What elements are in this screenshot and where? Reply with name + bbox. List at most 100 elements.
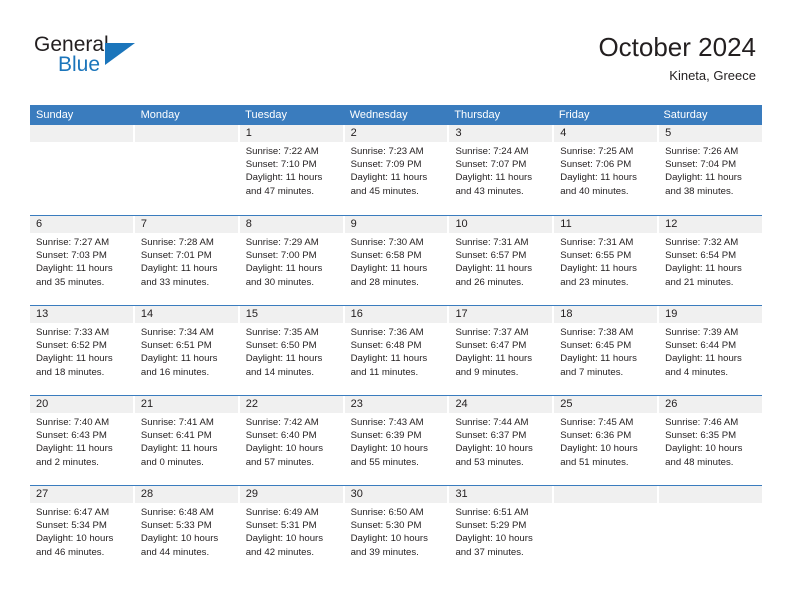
weekday-header-wednesday: Wednesday xyxy=(349,109,408,121)
day-details: Sunrise: 7:42 AM Sunset: 6:40 PM Daylight:… xyxy=(240,413,343,469)
day-detail-line: Daylight: 10 hours xyxy=(350,533,428,545)
calendar-day-cell[interactable]: 22 Sunrise: 7:42 AM Sunset: 6:40 PM Dayligh… xyxy=(239,396,345,485)
day-detail-line: Sunset: 6:50 PM xyxy=(245,340,317,352)
calendar-day-cell[interactable]: 15 Sunrise: 7:35 AM Sunset: 6:50 PM Dayligh… xyxy=(239,306,345,395)
day-detail-line: Sunrise: 7:44 AM xyxy=(455,417,529,428)
day-detail-line: and 16 minutes. xyxy=(140,366,210,378)
calendar-day-cell[interactable]: 31 Sunrise: 6:51 AM Sunset: 5:29 PM Dayligh… xyxy=(449,486,555,575)
calendar-day-cell-empty xyxy=(659,486,763,575)
day-detail-line: Sunrise: 6:47 AM xyxy=(36,507,110,518)
calendar-day-cell[interactable]: 16 Sunrise: 7:36 AM Sunset: 6:48 PM Dayligh… xyxy=(344,306,450,395)
day-detail-line: Sunset: 6:44 PM xyxy=(665,340,737,352)
day-detail-line: Sunrise: 7:35 AM xyxy=(245,327,319,338)
calendar-week-row: 1 Sunrise: 7:22 AM Sunset: 7:10 PM Daylight… xyxy=(30,125,763,215)
calendar-day-cell[interactable]: 12 Sunrise: 7:32 AM Sunset: 6:54 PM Dayligh… xyxy=(659,216,763,305)
day-detail-line: Daylight: 11 hours xyxy=(665,353,742,365)
calendar-day-cell[interactable]: 18 Sunrise: 7:38 AM Sunset: 6:45 PM Dayligh… xyxy=(554,306,660,395)
day-detail-line: Sunset: 5:29 PM xyxy=(455,520,527,532)
day-detail-line: and 40 minutes. xyxy=(560,185,629,197)
calendar-week-row: 27 Sunrise: 6:47 AM Sunset: 5:34 PM Dayligh… xyxy=(30,485,763,575)
day-details: Sunrise: 7:40 AM Sunset: 6:43 PM Daylight:… xyxy=(30,413,133,469)
day-detail-line: Daylight: 10 hours xyxy=(455,533,533,545)
calendar-day-cell[interactable]: 27 Sunrise: 6:47 AM Sunset: 5:34 PM Dayligh… xyxy=(30,486,135,575)
day-detail-line: and 9 minutes. xyxy=(455,366,519,378)
brand-logo[interactable]: General Blue xyxy=(34,34,154,82)
calendar-day-cell[interactable]: 3 Sunrise: 7:24 AM Sunset: 7:07 PM Daylight… xyxy=(449,125,555,215)
calendar-day-cell[interactable]: 29 Sunrise: 6:49 AM Sunset: 5:31 PM Dayligh… xyxy=(239,486,345,575)
day-detail-line: and 38 minutes. xyxy=(665,185,734,197)
calendar-day-cell[interactable]: 8 Sunrise: 7:29 AM Sunset: 7:00 PM Daylight… xyxy=(239,216,345,305)
day-detail-line: Daylight: 11 hours xyxy=(36,263,113,275)
day-number: 13 xyxy=(30,306,133,323)
calendar-day-cell[interactable]: 13 Sunrise: 7:33 AM Sunset: 6:52 PM Dayligh… xyxy=(30,306,135,395)
day-number: 24 xyxy=(449,396,553,413)
calendar-day-cell[interactable]: 23 Sunrise: 7:43 AM Sunset: 6:39 PM Dayligh… xyxy=(344,396,450,485)
day-detail-line: and 30 minutes. xyxy=(245,276,314,288)
day-detail-line: and 55 minutes. xyxy=(350,456,419,468)
day-number: 8 xyxy=(239,216,343,233)
day-number: 1 xyxy=(239,125,343,142)
calendar-day-cell[interactable]: 28 Sunrise: 6:48 AM Sunset: 5:33 PM Dayligh… xyxy=(134,486,240,575)
day-details: Sunrise: 7:31 AM Sunset: 6:57 PM Daylight:… xyxy=(449,233,552,289)
day-details: Sunrise: 7:44 AM Sunset: 6:37 PM Daylight:… xyxy=(449,413,552,469)
calendar-day-cell[interactable]: 9 Sunrise: 7:30 AM Sunset: 6:58 PM Daylight… xyxy=(344,216,450,305)
calendar-weeks: 1 Sunrise: 7:22 AM Sunset: 7:10 PM Daylight… xyxy=(30,125,763,575)
calendar-day-cell[interactable]: 26 Sunrise: 7:46 AM Sunset: 6:35 PM Dayligh… xyxy=(659,396,763,485)
calendar-day-cell[interactable]: 21 Sunrise: 7:41 AM Sunset: 6:41 PM Dayligh… xyxy=(134,396,240,485)
day-detail-line: Sunset: 6:43 PM xyxy=(36,430,107,442)
day-detail-line: Sunrise: 7:38 AM xyxy=(560,327,634,338)
day-detail-line: and 0 minutes. xyxy=(140,456,204,468)
calendar-day-cell[interactable]: 6 Sunrise: 7:27 AM Sunset: 7:03 PM Daylight… xyxy=(30,216,135,305)
calendar-day-cell[interactable]: 14 Sunrise: 7:34 AM Sunset: 6:51 PM Dayligh… xyxy=(134,306,240,395)
calendar-day-cell[interactable]: 11 Sunrise: 7:31 AM Sunset: 6:55 PM Dayligh… xyxy=(554,216,660,305)
calendar-day-cell[interactable]: 20 Sunrise: 7:40 AM Sunset: 6:43 PM Dayligh… xyxy=(30,396,135,485)
calendar-day-cell[interactable]: 24 Sunrise: 7:44 AM Sunset: 6:37 PM Dayligh… xyxy=(449,396,555,485)
calendar-day-cell[interactable]: 25 Sunrise: 7:45 AM Sunset: 6:36 PM Dayligh… xyxy=(554,396,660,485)
brand-name-blue: Blue xyxy=(58,53,101,76)
calendar-day-cell[interactable]: 2 Sunrise: 7:23 AM Sunset: 7:09 PM Daylight… xyxy=(344,125,450,215)
day-detail-line: Sunset: 6:39 PM xyxy=(350,430,422,442)
day-number: 16 xyxy=(344,306,448,323)
day-detail-line: Sunset: 6:47 PM xyxy=(455,340,527,352)
day-detail-line: Sunrise: 7:32 AM xyxy=(665,237,739,248)
day-number: 9 xyxy=(344,216,448,233)
calendar-day-cell[interactable]: 4 Sunrise: 7:25 AM Sunset: 7:06 PM Daylight… xyxy=(554,125,660,215)
day-detail-line: and 4 minutes. xyxy=(665,366,729,378)
day-detail-line: Daylight: 10 hours xyxy=(245,533,324,545)
day-detail-line: Sunrise: 7:22 AM xyxy=(245,146,319,157)
weekday-header-sunday: Sunday xyxy=(36,109,74,121)
calendar-day-cell[interactable]: 7 Sunrise: 7:28 AM Sunset: 7:01 PM Daylight… xyxy=(134,216,240,305)
day-number: 28 xyxy=(134,486,238,503)
day-detail-line: Daylight: 10 hours xyxy=(560,443,638,455)
day-number xyxy=(554,486,658,503)
day-details: Sunrise: 6:48 AM Sunset: 5:33 PM Daylight:… xyxy=(135,503,238,559)
day-detail-line: Sunset: 6:51 PM xyxy=(140,340,212,352)
day-detail-line: Daylight: 11 hours xyxy=(560,172,637,184)
calendar-day-cell[interactable]: 19 Sunrise: 7:39 AM Sunset: 6:44 PM Dayligh… xyxy=(659,306,763,395)
calendar-day-cell[interactable]: 10 Sunrise: 7:31 AM Sunset: 6:57 PM Dayligh… xyxy=(449,216,555,305)
day-number: 3 xyxy=(449,125,553,142)
day-number: 17 xyxy=(449,306,553,323)
day-detail-line: Daylight: 10 hours xyxy=(140,533,219,545)
day-detail-line: Daylight: 11 hours xyxy=(140,443,218,455)
day-number: 12 xyxy=(659,216,763,233)
day-number: 30 xyxy=(344,486,448,503)
calendar-day-cell[interactable]: 5 Sunrise: 7:26 AM Sunset: 7:04 PM Daylight… xyxy=(659,125,763,215)
calendar-day-cell[interactable]: 30 Sunrise: 6:50 AM Sunset: 5:30 PM Dayligh… xyxy=(344,486,450,575)
day-detail-line: and 45 minutes. xyxy=(350,185,419,197)
day-detail-line: Daylight: 10 hours xyxy=(36,533,114,545)
day-details: Sunrise: 7:41 AM Sunset: 6:41 PM Daylight:… xyxy=(135,413,238,469)
day-number: 6 xyxy=(30,216,133,233)
day-number: 14 xyxy=(134,306,238,323)
weekday-header-thursday: Thursday xyxy=(454,109,501,121)
weekday-header-monday: Monday xyxy=(140,109,180,121)
calendar-day-cell[interactable]: 17 Sunrise: 7:37 AM Sunset: 6:47 PM Dayligh… xyxy=(449,306,555,395)
calendar-week-row: 6 Sunrise: 7:27 AM Sunset: 7:03 PM Daylight… xyxy=(30,215,763,305)
day-number: 4 xyxy=(554,125,658,142)
calendar-week-row: 13 Sunrise: 7:33 AM Sunset: 6:52 PM Dayligh… xyxy=(30,305,763,395)
day-number: 2 xyxy=(344,125,448,142)
day-detail-line: Sunset: 5:30 PM xyxy=(350,520,422,532)
day-details: Sunrise: 7:29 AM Sunset: 7:00 PM Daylight:… xyxy=(240,233,343,289)
day-detail-line: Daylight: 11 hours xyxy=(140,263,218,275)
calendar-day-cell[interactable]: 1 Sunrise: 7:22 AM Sunset: 7:10 PM Daylight… xyxy=(239,125,345,215)
